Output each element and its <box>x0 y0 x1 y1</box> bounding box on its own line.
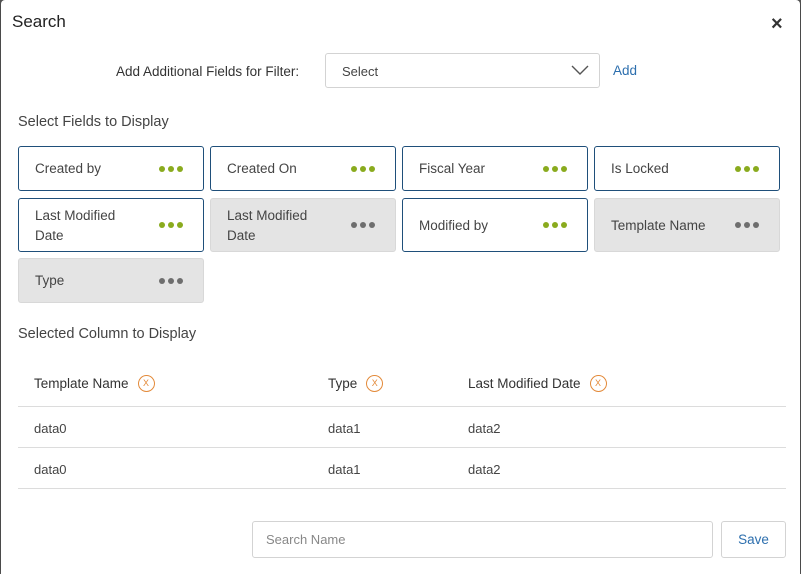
more-icon[interactable] <box>735 166 759 172</box>
divider <box>18 406 786 407</box>
more-icon[interactable] <box>159 222 183 228</box>
more-icon[interactable] <box>543 222 567 228</box>
more-icon[interactable] <box>351 222 375 228</box>
filter-field-select[interactable]: Select <box>325 53 600 88</box>
field-chip-last-modified-date-selected[interactable]: Last Modified Date <box>210 198 396 252</box>
field-chip-label: Fiscal Year <box>419 161 486 176</box>
filter-label: Add Additional Fields for Filter: <box>116 64 300 79</box>
more-icon[interactable] <box>543 166 567 172</box>
field-chip-label: Created On <box>227 161 297 176</box>
remove-column-icon[interactable]: X <box>589 375 607 392</box>
field-chip-label: Last Modified Date <box>35 208 116 243</box>
column-header-last-modified-date: Last Modified Date X <box>468 375 607 392</box>
field-chip-type[interactable]: Type <box>18 258 204 303</box>
chevron-down-icon <box>571 65 589 75</box>
search-dialog: Search × Add Additional Fields for Filte… <box>1 0 800 574</box>
add-filter-link[interactable]: Add <box>613 63 637 78</box>
close-icon[interactable]: × <box>771 14 783 34</box>
field-chip-label: Type <box>35 273 65 288</box>
table-cell: data2 <box>468 421 501 436</box>
field-chip-label: Modified by <box>419 218 489 233</box>
field-chip-label: Is Locked <box>611 161 669 176</box>
table-cell: data2 <box>468 462 501 477</box>
field-chip-is-locked[interactable]: Is Locked <box>594 146 780 191</box>
search-name-input[interactable] <box>252 521 713 558</box>
field-chip-last-modified-date[interactable]: Last Modified Date <box>18 198 204 252</box>
column-header-label: Template Name <box>34 376 129 391</box>
column-header-label: Type <box>328 376 358 391</box>
selected-section-title: Selected Column to Display <box>18 326 197 342</box>
more-icon[interactable] <box>159 166 183 172</box>
column-header-template-name: Template Name X <box>34 375 155 392</box>
divider <box>18 447 786 448</box>
table-cell: data1 <box>328 462 361 477</box>
column-header-type: Type X <box>328 375 384 392</box>
more-icon[interactable] <box>351 166 375 172</box>
table-cell: data0 <box>34 462 67 477</box>
save-button[interactable]: Save <box>721 521 786 558</box>
divider <box>18 488 786 489</box>
more-icon[interactable] <box>159 278 183 284</box>
table-cell: data1 <box>328 421 361 436</box>
table-cell: data0 <box>34 421 67 436</box>
column-header-label: Last Modified Date <box>468 376 581 391</box>
field-chip-label: Created by <box>35 161 102 176</box>
remove-column-icon[interactable]: X <box>366 375 384 392</box>
filter-select-value: Select <box>342 64 379 79</box>
fields-section-title: Select Fields to Display <box>18 114 169 130</box>
dialog-title: Search <box>12 12 66 31</box>
field-chip-fiscal-year[interactable]: Fiscal Year <box>402 146 588 191</box>
field-chip-created-on[interactable]: Created On <box>210 146 396 191</box>
remove-column-icon[interactable]: X <box>137 375 155 392</box>
field-chip-created-by[interactable]: Created by <box>18 146 204 191</box>
field-chip-label: Last Modified Date <box>227 208 308 243</box>
more-icon[interactable] <box>735 222 759 228</box>
field-chip-modified-by[interactable]: Modified by <box>402 198 588 252</box>
field-chip-template-name[interactable]: Template Name <box>594 198 780 252</box>
field-chip-label: Template Name <box>611 218 706 233</box>
